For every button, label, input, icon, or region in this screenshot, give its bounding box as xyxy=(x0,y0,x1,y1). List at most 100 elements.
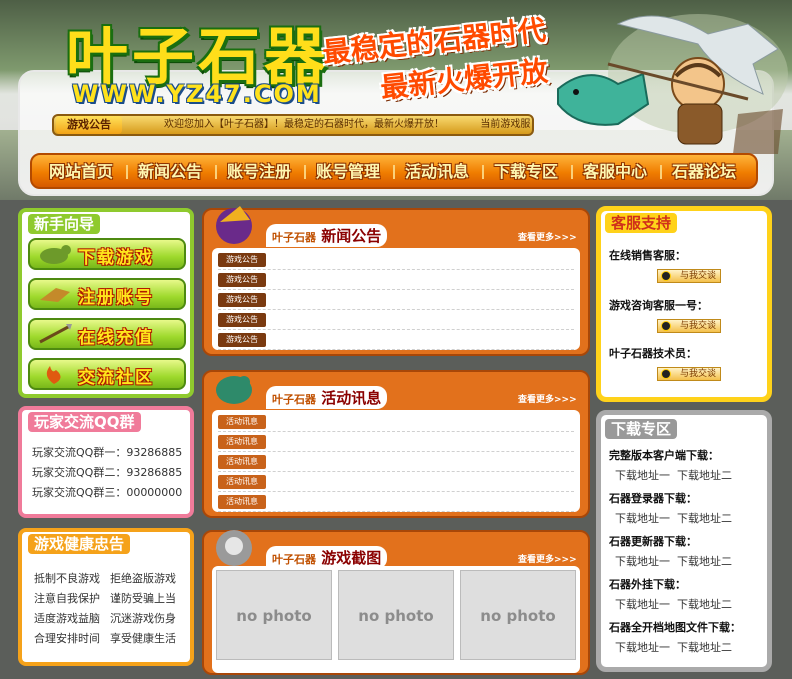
events-tag[interactable]: 活动讯息 xyxy=(218,475,266,489)
health-advice-item: 适度游戏益脑 xyxy=(34,612,100,625)
online-recharge-label: 在线充值 xyxy=(78,328,154,348)
nav-home[interactable]: 网站首页 xyxy=(41,159,121,185)
nav-downloads[interactable]: 下载专区 xyxy=(486,159,566,185)
events-brand: 叶子石器 xyxy=(272,393,316,406)
list-item[interactable]: 游戏公告 xyxy=(218,310,574,330)
downloads-panel: 下载专区 完整版本客户端下载： 下载地址一 下载地址二 石器登录器下载： 下载地… xyxy=(596,410,772,672)
events-tag[interactable]: 活动讯息 xyxy=(218,495,266,509)
health-advice-item: 谨防受骗上当 xyxy=(110,592,176,605)
qq-group-item: 玩家交流QQ群三：00000000 xyxy=(32,486,183,499)
qq-chat-button[interactable]: 与我交谈 xyxy=(657,319,721,333)
nav-forum[interactable]: 石器论坛 xyxy=(664,159,744,185)
screenshots-section: 叶子石器 游戏截图 查看更多>>> no photo no photo no p… xyxy=(202,530,590,675)
nav-support[interactable]: 客服中心 xyxy=(575,159,655,185)
qq-chat-label: 与我交谈 xyxy=(679,271,716,281)
news-tag[interactable]: 游戏公告 xyxy=(218,293,266,307)
events-more-link[interactable]: 查看更多>>> xyxy=(518,392,577,405)
support-title: 客服支持 xyxy=(605,213,678,233)
download-group-heading: 石器外挂下载： xyxy=(609,578,686,591)
events-tag[interactable]: 活动讯息 xyxy=(218,455,266,469)
register-account-button[interactable]: 注册账号 xyxy=(28,278,186,310)
nav-separator xyxy=(482,165,484,179)
notice-current-server: 当前游戏服 xyxy=(480,119,531,130)
nav-account[interactable]: 账号管理 xyxy=(308,159,388,185)
qq-chat-label: 与我交谈 xyxy=(679,369,716,379)
nav-news[interactable]: 新闻公告 xyxy=(130,159,210,185)
news-tag[interactable]: 游戏公告 xyxy=(218,333,266,347)
nav-separator xyxy=(571,165,573,179)
penguin-icon xyxy=(661,321,671,331)
list-item[interactable]: 活动讯息 xyxy=(218,452,574,472)
notice-message-text: 欢迎您加入【叶子石器】！最稳定的石器时代，最新火爆开放！ xyxy=(164,119,444,130)
penguin-icon xyxy=(661,369,671,379)
download-link-1[interactable]: 下载地址一 xyxy=(615,596,670,612)
list-item[interactable]: 活动讯息 xyxy=(218,472,574,492)
news-more-link[interactable]: 查看更多>>> xyxy=(518,230,577,243)
nav-separator xyxy=(304,165,306,179)
news-section: 叶子石器 新闻公告 查看更多>>> 游戏公告 游戏公告 游戏公告 游戏公告 游戏… xyxy=(202,206,590,356)
screenshot-thumbnail[interactable]: no photo xyxy=(216,570,332,660)
news-list: 游戏公告 游戏公告 游戏公告 游戏公告 游戏公告 xyxy=(212,248,580,350)
news-brand: 叶子石器 xyxy=(272,231,316,244)
events-header: 叶子石器 活动讯息 查看更多>>> xyxy=(204,372,588,412)
nav-events[interactable]: 活动讯息 xyxy=(397,159,477,185)
download-link-1[interactable]: 下载地址一 xyxy=(615,639,670,655)
nav-separator xyxy=(215,165,217,179)
site-header: 叶子石器 WWW.YZ47.COM 最稳定的石器时代 最新火爆开放 游戏公告 欢… xyxy=(0,0,792,200)
download-link-2[interactable]: 下载地址二 xyxy=(677,596,732,612)
list-item[interactable]: 活动讯息 xyxy=(218,432,574,452)
list-item[interactable]: 活动讯息 xyxy=(218,412,574,432)
list-item[interactable]: 活动讯息 xyxy=(218,492,574,512)
guide-title: 新手向导 xyxy=(28,214,101,234)
qq-chat-label: 与我交谈 xyxy=(679,321,716,331)
nav-register[interactable]: 账号注册 xyxy=(219,159,299,185)
support-panel: 客服支持 在线销售客服： 与我交谈 游戏咨询客服一号： 与我交谈 叶子石器技术员… xyxy=(596,206,772,402)
online-recharge-button[interactable]: 在线充值 xyxy=(28,318,186,350)
health-advice-item: 抵制不良游戏 xyxy=(34,572,100,585)
events-section: 叶子石器 活动讯息 查看更多>>> 活动讯息 活动讯息 活动讯息 活动讯息 活动… xyxy=(202,370,590,518)
support-item-label: 游戏咨询客服一号： xyxy=(609,299,708,312)
nav-separator xyxy=(660,165,662,179)
news-tag[interactable]: 游戏公告 xyxy=(218,313,266,327)
register-account-label: 注册账号 xyxy=(78,288,154,308)
download-game-label: 下载游戏 xyxy=(78,248,154,268)
qq-chat-button[interactable]: 与我交谈 xyxy=(657,367,721,381)
download-link-1[interactable]: 下载地址一 xyxy=(615,467,670,483)
news-tag[interactable]: 游戏公告 xyxy=(218,273,266,287)
notice-message: 欢迎您加入【叶子石器】！最稳定的石器时代，最新火爆开放！ 当前游戏服 xyxy=(164,116,530,134)
news-title: 叶子石器 新闻公告 xyxy=(266,224,388,247)
bird-icon xyxy=(40,288,70,302)
health-advice-item: 合理安排时间 xyxy=(34,632,100,645)
screenshot-thumbnail[interactable]: no photo xyxy=(460,570,576,660)
download-game-button[interactable]: 下载游戏 xyxy=(28,238,186,270)
screenshots-title-text: 游戏截图 xyxy=(321,549,382,567)
nav-separator xyxy=(393,165,395,179)
news-mascot-icon xyxy=(216,206,252,244)
download-link-1[interactable]: 下载地址一 xyxy=(615,553,670,569)
list-item[interactable]: 游戏公告 xyxy=(218,270,574,290)
community-button[interactable]: 交流社区 xyxy=(28,358,186,390)
downloads-title: 下载专区 xyxy=(605,419,678,439)
screenshots-more-link[interactable]: 查看更多>>> xyxy=(518,552,577,565)
news-tag[interactable]: 游戏公告 xyxy=(218,253,266,267)
events-title-text: 活动讯息 xyxy=(321,389,382,407)
screenshot-thumbnail[interactable]: no photo xyxy=(338,570,454,660)
download-link-2[interactable]: 下载地址二 xyxy=(677,510,732,526)
main-nav: 网站首页 新闻公告 账号注册 账号管理 活动讯息 下载专区 客服中心 石器论坛 xyxy=(30,153,758,189)
events-title: 叶子石器 活动讯息 xyxy=(266,386,388,409)
list-item[interactable]: 游戏公告 xyxy=(218,330,574,350)
notice-bar: 游戏公告 欢迎您加入【叶子石器】！最稳定的石器时代，最新火爆开放！ 当前游戏服 xyxy=(52,114,534,136)
qq-chat-button[interactable]: 与我交谈 xyxy=(657,269,721,283)
download-link-1[interactable]: 下载地址一 xyxy=(615,510,670,526)
download-link-2[interactable]: 下载地址二 xyxy=(677,467,732,483)
site-url: WWW.YZ47.COM xyxy=(72,80,322,108)
caveman-hero-illustration xyxy=(557,14,788,154)
events-mascot-icon xyxy=(216,376,252,404)
events-tag[interactable]: 活动讯息 xyxy=(218,415,266,429)
list-item[interactable]: 游戏公告 xyxy=(218,250,574,270)
events-list: 活动讯息 活动讯息 活动讯息 活动讯息 活动讯息 xyxy=(212,410,580,512)
download-link-2[interactable]: 下载地址二 xyxy=(677,553,732,569)
download-link-2[interactable]: 下载地址二 xyxy=(677,639,732,655)
list-item[interactable]: 游戏公告 xyxy=(218,290,574,310)
events-tag[interactable]: 活动讯息 xyxy=(218,435,266,449)
